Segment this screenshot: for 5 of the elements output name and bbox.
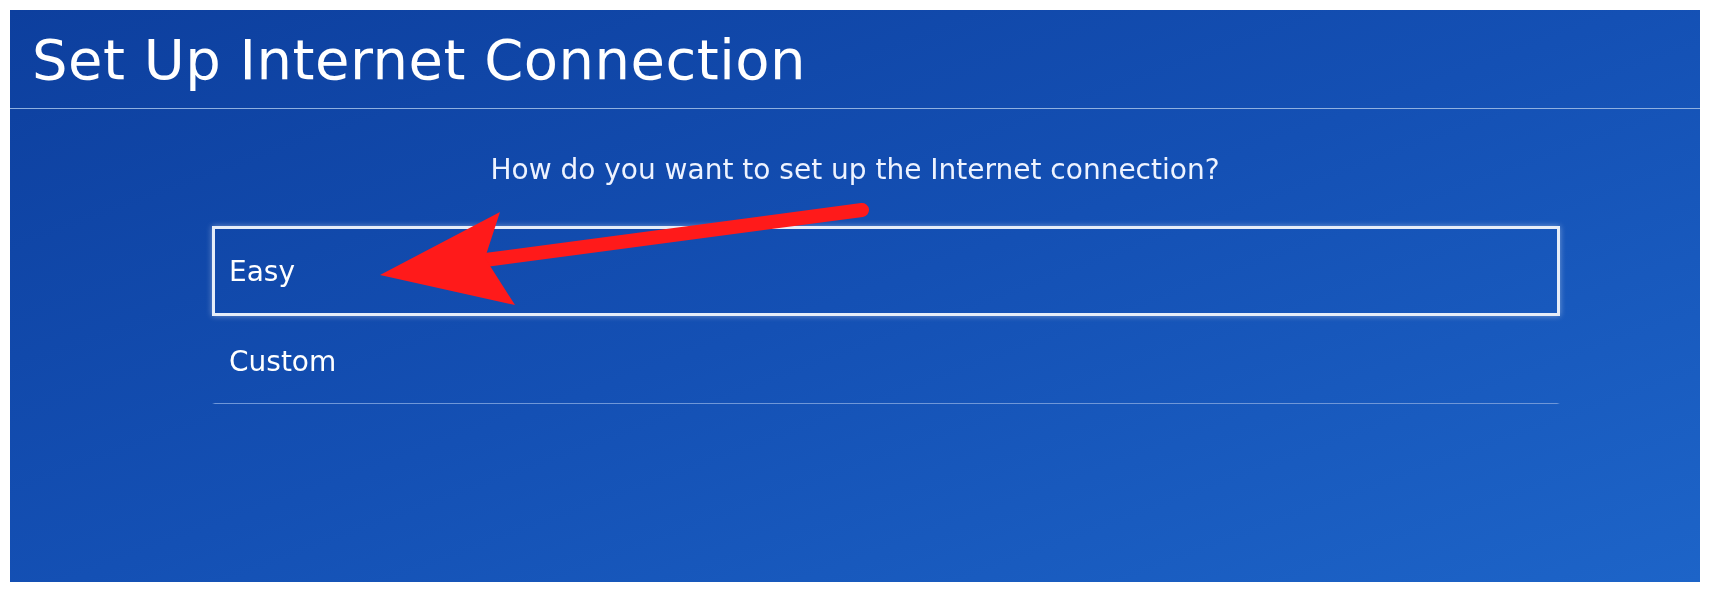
screen-title: Set Up Internet Connection bbox=[32, 26, 807, 92]
menu-option[interactable]: Custom bbox=[212, 316, 1560, 404]
menu-option[interactable]: Easy bbox=[212, 226, 1560, 316]
question-text: How do you want to set up the Internet connection? bbox=[489, 153, 1221, 186]
arrow-icon bbox=[380, 203, 869, 305]
